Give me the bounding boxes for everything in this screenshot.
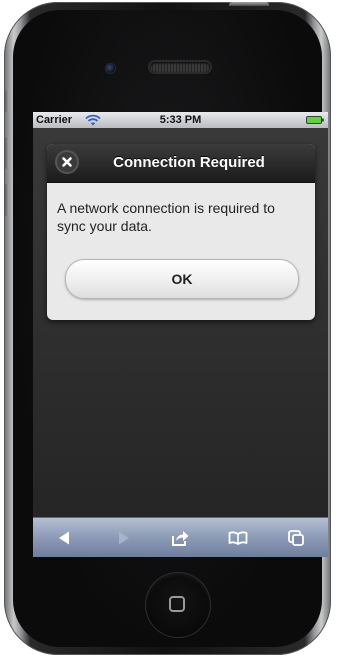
alert-title: Connection Required — [113, 154, 265, 171]
home-button[interactable] — [146, 573, 210, 637]
share-icon — [172, 531, 189, 546]
home-square-icon — [169, 596, 185, 612]
status-bar: Carrier 5:33 PM — [33, 112, 328, 128]
alert-message: A network connection is required to sync… — [57, 200, 275, 234]
mute-switch — [4, 90, 9, 112]
back-arrow-icon — [59, 531, 69, 545]
tabs-icon — [288, 530, 304, 546]
ok-button[interactable]: OK — [65, 259, 299, 299]
alert-header: Connection Required — [47, 144, 315, 183]
tabs-button[interactable] — [276, 518, 316, 557]
browser-toolbar — [33, 517, 328, 557]
back-button[interactable] — [45, 518, 85, 557]
close-icon — [62, 157, 72, 167]
bookmarks-icon — [228, 531, 248, 545]
forward-arrow-icon — [119, 531, 129, 545]
clock-label: 5:33 PM — [159, 114, 202, 126]
alert-dialog: Connection Required A network connection… — [47, 144, 315, 320]
battery-full-icon — [306, 116, 324, 124]
speaker-grille — [150, 62, 210, 72]
sleep-button — [229, 2, 269, 6]
share-button[interactable] — [160, 518, 200, 557]
bookmarks-button[interactable] — [218, 518, 258, 557]
forward-button[interactable] — [103, 518, 143, 557]
camera-icon — [106, 64, 115, 73]
volume-up-button — [4, 137, 9, 169]
volume-down-button — [4, 184, 9, 216]
screen: Carrier 5:33 PM Connection Required A ne… — [33, 112, 328, 557]
close-button[interactable] — [57, 152, 77, 172]
